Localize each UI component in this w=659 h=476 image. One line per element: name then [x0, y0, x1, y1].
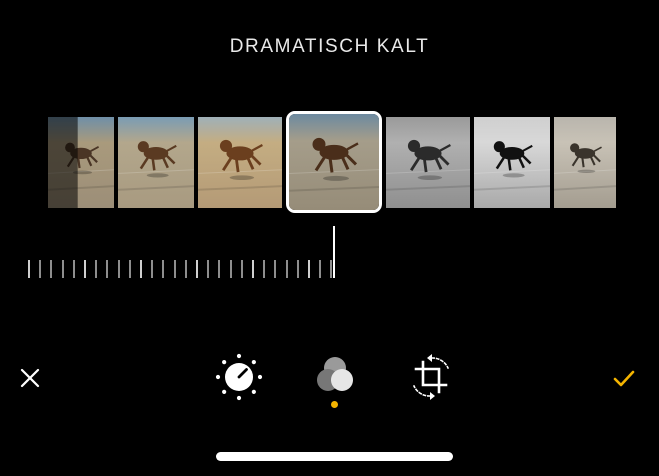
slider-tick — [140, 260, 142, 278]
slider-tick — [61, 260, 64, 278]
crop-rotate-button[interactable] — [402, 348, 460, 406]
slider-tick — [173, 260, 176, 278]
slider-tick — [162, 260, 165, 278]
dial-icon — [215, 353, 263, 401]
adjust-button[interactable] — [210, 348, 268, 406]
slider-tick — [196, 260, 198, 278]
filter-thumbnail[interactable] — [554, 117, 616, 208]
dog-photo — [118, 117, 194, 208]
checkmark-icon — [613, 370, 635, 387]
dog-photo — [198, 117, 282, 208]
filter-thumbnail[interactable] — [474, 117, 550, 208]
filters-icon — [317, 357, 353, 391]
slider-tick — [285, 260, 288, 278]
home-indicator — [216, 452, 453, 461]
cancel-button[interactable] — [14, 362, 46, 394]
dog-photo — [289, 114, 379, 210]
slider-tick — [84, 260, 86, 278]
crop-rotate-icon — [412, 354, 450, 400]
done-button[interactable] — [608, 362, 640, 394]
filter-thumbnail-selected[interactable] — [286, 111, 382, 213]
slider-tick — [263, 260, 266, 278]
slider-tick — [274, 260, 277, 278]
slider-tick — [95, 260, 98, 278]
slider-tick — [308, 260, 310, 278]
slider-tick — [128, 260, 131, 278]
filter-thumbnail[interactable] — [48, 117, 114, 208]
slider-tick — [296, 260, 299, 278]
slider-tick — [218, 260, 221, 278]
filter-name-label: DRAMATISCH KALT — [229, 36, 430, 57]
dog-photo — [554, 117, 616, 208]
filter-thumbnail[interactable] — [198, 117, 282, 208]
dog-photo — [386, 117, 470, 208]
close-icon — [20, 368, 40, 388]
slider-handle[interactable] — [333, 226, 335, 278]
active-tab-indicator — [331, 401, 338, 408]
slider-tick — [151, 260, 154, 278]
intensity-slider[interactable] — [28, 226, 348, 282]
slider-tick — [117, 260, 120, 278]
dog-photo — [48, 117, 114, 208]
slider-tick — [50, 260, 53, 278]
slider-tick — [184, 260, 187, 278]
slider-tick — [229, 260, 232, 278]
slider-tick — [319, 260, 322, 278]
filter-thumbnail[interactable] — [118, 117, 194, 208]
slider-tick — [240, 260, 243, 278]
dog-photo — [474, 117, 550, 208]
slider-tick — [39, 260, 42, 278]
slider-tick — [207, 260, 210, 278]
filter-strip[interactable] — [48, 111, 616, 213]
slider-tick — [252, 260, 254, 278]
slider-tick — [28, 260, 30, 278]
slider-tick — [72, 260, 75, 278]
slider-tick — [106, 260, 109, 278]
filter-thumbnail[interactable] — [386, 117, 470, 208]
